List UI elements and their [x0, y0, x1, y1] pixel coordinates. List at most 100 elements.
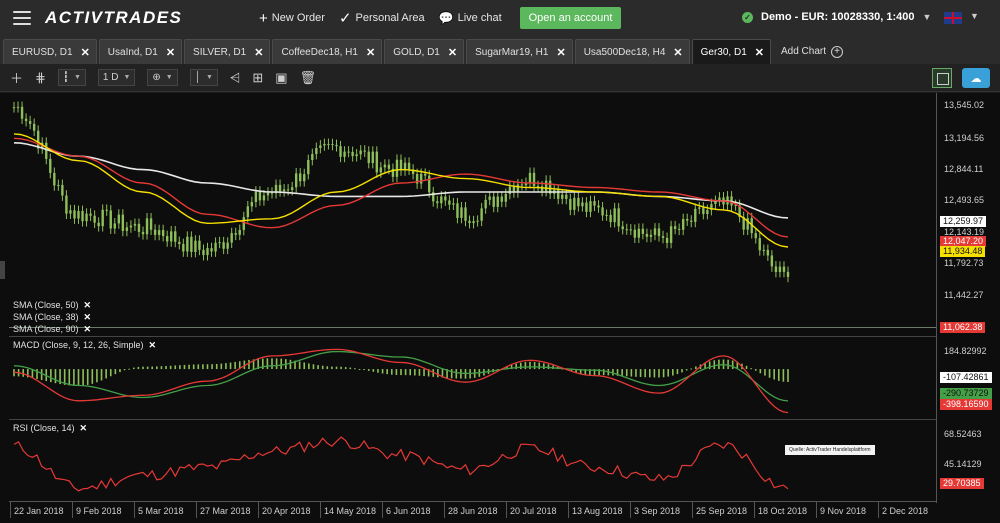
- tab-usa500dec18[interactable]: Usa500Dec18, H4 ✕: [574, 39, 690, 64]
- price-bar-body: [57, 184, 60, 186]
- tab-silver[interactable]: SILVER, D1 ✕: [184, 39, 271, 64]
- close-icon[interactable]: ✕: [84, 312, 92, 322]
- pane-divider: [9, 419, 936, 420]
- timeframe-dropdown[interactable]: 1 D ▼: [97, 69, 136, 86]
- price-bar-body: [569, 198, 572, 210]
- price-bar-body: [561, 194, 564, 199]
- layout-icon[interactable]: [932, 68, 952, 88]
- add-chart-button[interactable]: Add Chart +: [773, 39, 851, 64]
- price-bar-body: [16, 106, 20, 108]
- time-axis-label: 20 Jul 2018: [510, 506, 557, 516]
- close-icon[interactable]: ✕: [80, 423, 88, 433]
- trash-icon[interactable]: 🗑: [300, 70, 317, 86]
- top-bar: ACTIVTRADES + New Order ✓ Personal Area …: [0, 0, 1000, 36]
- personal-area-button[interactable]: ✓ Personal Area: [339, 9, 425, 27]
- legend-label: SMA (Close, 50): [13, 300, 79, 310]
- price-bar-body: [694, 208, 697, 222]
- close-icon[interactable]: ✕: [81, 46, 90, 59]
- price-bar-body: [613, 208, 616, 223]
- price-bar-body: [601, 207, 604, 216]
- close-icon[interactable]: ✕: [673, 46, 682, 59]
- screenshot-icon[interactable]: ▣: [275, 70, 287, 86]
- close-icon[interactable]: ✕: [448, 46, 457, 59]
- grid-icon[interactable]: ⋕: [35, 70, 46, 86]
- close-icon[interactable]: ✕: [84, 324, 92, 334]
- price-bar-body: [282, 189, 286, 192]
- price-bar-body: [230, 233, 233, 243]
- close-icon[interactable]: ✕: [166, 46, 175, 59]
- new-order-button[interactable]: + New Order: [259, 10, 325, 27]
- price-bar-body: [673, 226, 677, 229]
- plus-circle-icon: +: [831, 45, 844, 58]
- time-axis-tick: [630, 502, 631, 518]
- tab-eurusd[interactable]: EURUSD, D1 ✕: [3, 39, 97, 64]
- price-bar-body: [476, 220, 479, 222]
- time-axis-tick: [692, 502, 693, 518]
- macd-histogram-bar: [644, 369, 646, 378]
- price-axis-line: [936, 93, 937, 503]
- crosshair-icon[interactable]: ＋: [10, 68, 23, 87]
- line-tool-dropdown[interactable]: │ ▼: [189, 69, 218, 86]
- close-icon[interactable]: ✕: [366, 46, 375, 59]
- menu-icon[interactable]: [13, 11, 31, 25]
- time-axis-tick: [10, 502, 11, 518]
- price-bar-body: [444, 196, 447, 201]
- macd-histogram-bar: [271, 358, 273, 370]
- time-axis-label: 9 Feb 2018: [76, 506, 122, 516]
- chart-area[interactable]: 13,545.02 13,194.56 12,844.11 12,493.65 …: [0, 93, 1000, 523]
- tab-gold[interactable]: GOLD, D1 ✕: [384, 39, 465, 64]
- price-bar-body: [436, 201, 439, 204]
- add-indicator-dropdown[interactable]: ⊕ ▼: [147, 69, 178, 86]
- price-bar-body: [669, 226, 673, 243]
- price-bar-body: [419, 173, 423, 184]
- drawing-tools-icon[interactable]: ⩤: [230, 70, 240, 86]
- time-axis-label: 18 Oct 2018: [758, 506, 808, 516]
- live-chat-label: Live chat: [457, 12, 502, 24]
- tab-usaind[interactable]: UsaInd, D1 ✕: [98, 39, 183, 64]
- check-icon: ✓: [338, 10, 352, 27]
- price-bar-body: [633, 229, 637, 238]
- uk-flag-icon[interactable]: [944, 12, 962, 24]
- close-icon[interactable]: ✕: [149, 340, 157, 350]
- time-axis-label: 25 Sep 2018: [696, 506, 748, 516]
- close-icon[interactable]: ✕: [84, 300, 92, 310]
- price-bar-body: [766, 249, 770, 256]
- price-bar-body: [653, 228, 657, 235]
- tab-sugarmar19[interactable]: SugarMar19, H1 ✕: [466, 39, 573, 64]
- chart-type-dropdown[interactable]: ┇ ▼: [57, 69, 86, 86]
- price-bar-body: [198, 240, 201, 250]
- chart-canvas[interactable]: [0, 93, 1000, 523]
- tab-ger30[interactable]: Ger30, D1 ✕: [691, 39, 771, 64]
- macd-histogram-bar: [169, 365, 172, 370]
- price-bar-body: [303, 174, 306, 182]
- time-axis[interactable]: 22 Jan 2018 9 Feb 2018 5 Mar 2018 27 Mar 20…: [9, 501, 936, 523]
- price-bar-body: [657, 228, 661, 237]
- price-bar-body: [218, 242, 221, 244]
- macd-histogram-bar: [54, 369, 57, 384]
- close-icon[interactable]: ✕: [254, 46, 263, 59]
- chevron-down-icon[interactable]: ▼: [970, 11, 979, 21]
- price-bar-body: [141, 231, 145, 235]
- time-axis-tick: [382, 502, 383, 518]
- rsi-tick: 45.14129: [944, 459, 982, 469]
- pane-divider[interactable]: [9, 327, 936, 328]
- close-icon[interactable]: ✕: [556, 46, 565, 59]
- live-chat-button[interactable]: 💬 Live chat: [439, 11, 502, 25]
- time-axis-label: 22 Jan 2018: [14, 506, 64, 516]
- account-selector[interactable]: ✓ Demo - EUR: 10028330, 1:400 ▼: [742, 11, 931, 23]
- sma38-legend: SMA (Close, 38) ✕: [13, 312, 91, 323]
- macd-histogram-bar: [524, 362, 527, 370]
- price-bar-body: [32, 123, 36, 131]
- price-bar-body: [250, 202, 254, 207]
- close-icon[interactable]: ✕: [755, 46, 764, 59]
- cloud-icon[interactable]: ☁: [962, 68, 990, 88]
- pane-resize-handle[interactable]: [0, 261, 5, 279]
- tab-coffeedec18[interactable]: CoffeeDec18, H1 ✕: [272, 39, 383, 64]
- macd-histogram-bar: [86, 369, 89, 385]
- macd-histogram-bar: [777, 369, 780, 381]
- open-account-button[interactable]: Open an account: [519, 7, 622, 29]
- macd-histogram-bar: [519, 362, 522, 370]
- sma50-legend: SMA (Close, 50) ✕: [13, 300, 91, 311]
- price-bar-body: [53, 172, 56, 186]
- templates-icon[interactable]: ⊞: [252, 70, 263, 86]
